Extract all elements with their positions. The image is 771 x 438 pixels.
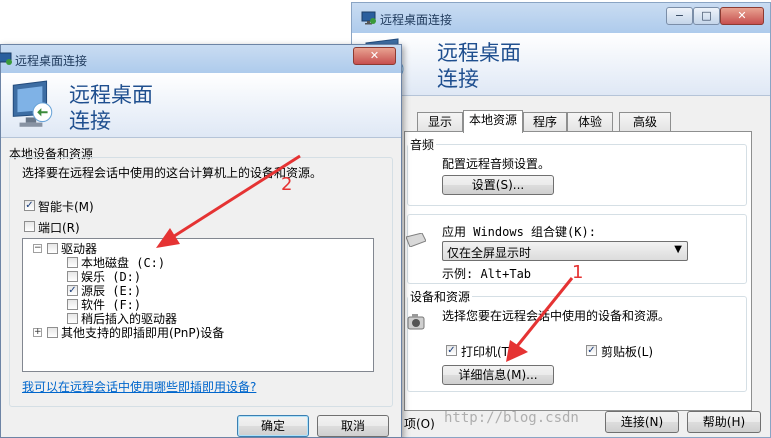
chevron-down-icon: ▼ [674, 244, 682, 255]
back-tabstrip: 显示 本地资源 程序 体验 高级 [407, 110, 717, 133]
help-button[interactable]: 帮助(H) [687, 411, 761, 433]
tab-local-resources[interactable]: 本地资源 [463, 110, 523, 133]
pnp-expander[interactable]: + [33, 328, 42, 337]
back-window: 远程桌面连接 − □ ✕ 远程桌面 连接 显示 本地资源 程序 体验 高级 音频… [351, 2, 771, 438]
clipboard-checkbox[interactable]: ✓ [586, 345, 597, 356]
audio-legend: 音频 [408, 136, 437, 153]
smartcard-label[interactable]: 智能卡(M) [38, 198, 94, 215]
drives-expander[interactable]: − [33, 244, 42, 253]
keyboard-combo-select[interactable]: 仅在全屏显示时 ▼ [442, 241, 688, 261]
minimize-button[interactable]: − [666, 7, 693, 25]
ports-label[interactable]: 端口(R) [38, 219, 80, 236]
connect-button[interactable]: 连接(N) [605, 411, 679, 433]
front-window-titlebar[interactable]: 远程桌面连接 ✕ [0, 45, 401, 73]
remote-desktop-app-icon [361, 11, 376, 25]
annotation-arrow-2 [156, 154, 301, 248]
audio-description: 配置远程音频设置。 [442, 157, 551, 171]
clipboard-label[interactable]: 剪贴板(L) [601, 343, 653, 360]
back-header-line2: 连接 [437, 67, 479, 91]
remote-desktop-logo-icon [12, 80, 53, 127]
smartcard-checkbox[interactable]: ✓ [24, 200, 35, 211]
close-button[interactable]: ✕ [720, 7, 764, 25]
options-toggle[interactable]: 项(O) [404, 415, 435, 432]
back-header-band: 远程桌面 连接 [352, 33, 770, 96]
front-header-line2: 连接 [69, 109, 111, 133]
back-window-title: 远程桌面连接 [380, 13, 453, 27]
tab-experience[interactable]: 体验 [567, 112, 613, 132]
devices-legend: 设备和资源 [408, 288, 473, 305]
tab-programs[interactable]: 程序 [523, 112, 567, 132]
ports-checkbox[interactable] [24, 221, 35, 232]
keyboard-label: 应用 Windows 组合键(K): [442, 225, 596, 239]
drive-c-checkbox[interactable] [67, 257, 78, 268]
annotation-label-1: 1 [572, 262, 584, 283]
device-tree[interactable]: − 驱动器 本地磁盘 (C:) 娱乐 (D:) ✓ 源辰 (E:) 软件 (F:… [22, 238, 374, 372]
maximize-button[interactable]: □ [693, 7, 720, 25]
watermark: http://blog.csdn [444, 410, 579, 426]
front-header-band: 远程桌面 连接 [1, 73, 401, 138]
back-header-line1: 远程桌面 [437, 41, 521, 65]
keyboard-combo-value: 仅在全屏显示时 [447, 246, 532, 260]
printer-checkbox[interactable]: ✓ [446, 345, 457, 356]
tab-advanced[interactable]: 高级 [619, 112, 671, 132]
front-window-title: 远程桌面连接 [15, 54, 88, 68]
ok-button[interactable]: 确定 [237, 415, 309, 437]
annotation-arrow-1 [506, 277, 574, 362]
back-window-titlebar[interactable]: 远程桌面连接 − □ ✕ [352, 3, 770, 33]
pnp-help-link[interactable]: 我可以在远程会话中使用哪些即插即用设备? [22, 378, 256, 395]
pnp-checkbox[interactable] [47, 327, 58, 338]
drives-checkbox[interactable] [47, 243, 58, 254]
camera-device-icon [407, 314, 425, 330]
pnp-label[interactable]: 其他支持的即插即用(PnP)设备 [61, 324, 224, 341]
audio-settings-button[interactable]: 设置(S)... [442, 175, 554, 195]
tab-display[interactable]: 显示 [417, 112, 463, 132]
annotation-label-2: 2 [281, 174, 293, 195]
drive-f-checkbox[interactable] [67, 299, 78, 310]
keyboard-icon [406, 233, 426, 247]
remote-desktop-app-icon [0, 52, 12, 65]
later-drives-checkbox[interactable] [67, 313, 78, 324]
drive-e-checkbox[interactable]: ✓ [67, 285, 78, 296]
cancel-button[interactable]: 取消 [317, 415, 389, 437]
close-button[interactable]: ✕ [353, 47, 396, 65]
audio-group: 音频 配置远程音频设置。 设置(S)... [407, 136, 747, 206]
front-header-line1: 远程桌面 [69, 83, 153, 107]
drive-d-checkbox[interactable] [67, 271, 78, 282]
